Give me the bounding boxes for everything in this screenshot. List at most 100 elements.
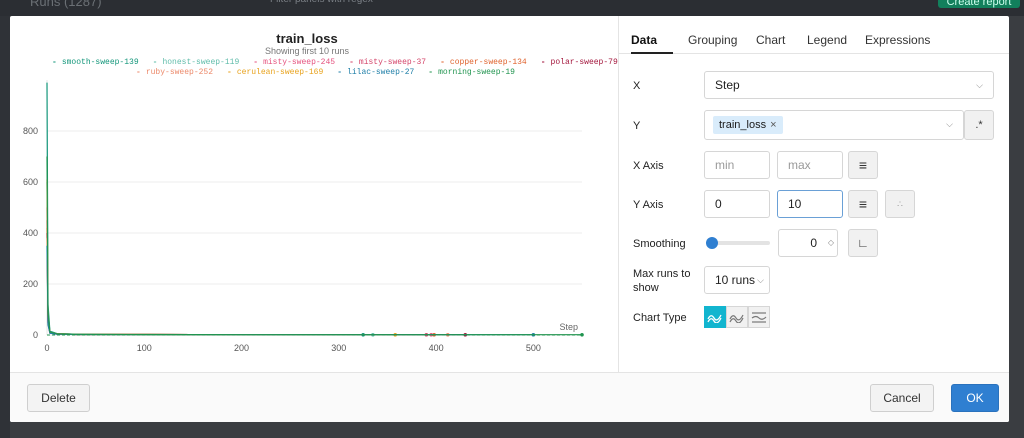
legend-item[interactable]: - lilac-sweep-27 — [337, 68, 414, 77]
chevron-down-icon: ⌵ — [976, 80, 983, 90]
x-tick-label: 100 — [137, 343, 152, 353]
legend-swatch: - — [136, 68, 141, 77]
chart-subtitle: Showing first 10 runs — [265, 46, 350, 56]
legend-swatch: - — [440, 58, 445, 67]
series-line-lilac-sweep-27[interactable] — [46, 245, 534, 336]
y-axis-max-input[interactable]: 10 — [777, 190, 843, 218]
background-page-title: Runs (1287) — [30, 0, 102, 9]
legend-swatch: - — [337, 68, 343, 77]
smoothing-value: 0 — [810, 236, 817, 250]
legend-item[interactable]: - morning-sweep-19 — [428, 68, 515, 77]
x-tick-label: 200 — [234, 343, 249, 353]
legend-swatch: - — [540, 58, 546, 67]
chart-type-area-button[interactable] — [726, 306, 748, 328]
smoothing-label: Smoothing — [633, 238, 686, 250]
legend-label: ruby-sweep-252 — [145, 68, 214, 77]
legend-item[interactable]: - misty-sweep-245 — [253, 58, 335, 67]
max-runs-label-line-1: Max runs to — [633, 268, 691, 280]
legend-label: honest-sweep-119 — [162, 58, 240, 67]
tab-grouping[interactable]: Grouping — [688, 33, 737, 47]
series-line-morning-sweep-19[interactable] — [46, 156, 582, 336]
y-axis-log-button[interactable]: ∴ — [885, 190, 915, 218]
x-tick-label: 500 — [526, 343, 541, 353]
x-axis-ticks: 0 100 200 300 400 500 — [44, 343, 540, 353]
series-line-copper-sweep-134[interactable] — [46, 227, 435, 336]
legend-label: lilac-sweep-27 — [347, 68, 415, 77]
remove-tag-icon[interactable]: × — [770, 119, 776, 131]
background-create-report-button: Create report — [938, 0, 1020, 8]
y-multiselect[interactable]: train_loss × ⌵ — [704, 110, 964, 140]
max-runs-select[interactable]: 10 runs ⌵ — [704, 266, 770, 294]
settings-tabs: Data Grouping Chart Legend Expressions — [619, 16, 1009, 54]
x-field-label: X — [633, 80, 641, 92]
y-axis-scale-button[interactable]: ≡ — [848, 190, 878, 218]
stacked-wave-icon — [751, 312, 767, 323]
tab-expressions[interactable]: Expressions — [865, 33, 930, 47]
line-chart-icon: ∟ — [857, 236, 869, 250]
x-axis-max-placeholder: max — [788, 158, 811, 172]
area-wave-icon — [729, 314, 744, 323]
y-axis-min-value: 0 — [715, 197, 722, 211]
series-line-ruby-sweep-252[interactable] — [46, 238, 448, 336]
legend-item[interactable]: - cerulean-sweep-169 — [227, 68, 323, 77]
legend-label: cerulean-sweep-169 — [236, 68, 324, 77]
smoothing-slider[interactable] — [710, 241, 770, 245]
series-line-honest-sweep-119[interactable] — [46, 181, 373, 336]
legend-swatch: - — [227, 68, 232, 77]
x-tick-label: 400 — [429, 343, 444, 353]
legend-label: smooth-sweep-139 — [61, 58, 139, 67]
legend-item[interactable]: - honest-sweep-119 — [153, 58, 240, 67]
series-line-misty-sweep-245[interactable] — [46, 207, 432, 336]
legend-swatch: - — [253, 58, 259, 67]
x-select[interactable]: Step ⌵ — [704, 71, 994, 99]
legend-item[interactable]: - copper-sweep-134 — [440, 58, 527, 67]
delete-button[interactable]: Delete — [27, 384, 90, 412]
chart-legend-row-2: - ruby-sweep-252- cerulean-sweep-169- lilac… — [136, 68, 529, 77]
regex-icon: .* — [975, 119, 983, 131]
legend-label: misty-sweep-37 — [358, 58, 427, 67]
y-tag-train-loss[interactable]: train_loss × — [713, 116, 783, 134]
legend-item[interactable]: - polar-sweep-79 — [541, 58, 618, 67]
pane-divider — [618, 16, 619, 372]
y-field-label: Y — [633, 120, 641, 132]
x-axis-label: Step — [559, 322, 578, 332]
smoothing-input[interactable]: 0 ◇ — [778, 229, 838, 257]
legend-item[interactable]: - smooth-sweep-139 — [52, 58, 139, 67]
menu-icon: ≡ — [858, 157, 868, 173]
scatter-icon: ∴ — [897, 198, 903, 209]
smoothing-slider-handle[interactable] — [706, 237, 718, 249]
series-line-smooth-sweep-139[interactable] — [46, 82, 364, 336]
series-line-misty-sweep-37[interactable] — [46, 220, 427, 336]
x-axis-max-input[interactable]: max — [777, 151, 843, 179]
legend-item[interactable]: - misty-sweep-37 — [349, 58, 426, 67]
legend-label: copper-sweep-134 — [449, 58, 527, 67]
x-axis-scale-button[interactable]: ≡ — [848, 151, 878, 179]
tab-legend[interactable]: Legend — [807, 33, 847, 47]
series-end-point-morning-sweep-19[interactable] — [580, 332, 584, 337]
y-tick-label: 600 — [23, 177, 38, 187]
chart-type-percent-button[interactable] — [748, 306, 770, 328]
series-line-cerulean-sweep-169[interactable] — [46, 179, 396, 336]
x-axis-min-input[interactable]: min — [704, 151, 770, 179]
smoothing-chart-button[interactable]: ∟ — [848, 229, 878, 257]
chart-series — [46, 82, 584, 337]
ok-button[interactable]: OK — [951, 384, 999, 412]
chart-preview: train_loss Showing first 10 runs 0 200 400… — [10, 16, 618, 372]
legend-label: polar-sweep-79 — [550, 58, 618, 67]
chart-title: train_loss — [276, 31, 337, 46]
tab-data[interactable]: Data — [631, 33, 657, 47]
max-runs-value: 10 runs — [715, 273, 756, 287]
legend-swatch: - — [52, 58, 57, 67]
tab-chart[interactable]: Chart — [756, 33, 785, 47]
y-axis-ticks: 0 200 400 600 800 — [23, 126, 38, 340]
x-tick-label: 0 — [44, 343, 49, 353]
y-axis-min-input[interactable]: 0 — [704, 190, 770, 218]
cancel-button[interactable]: Cancel — [870, 384, 934, 412]
regex-toggle-button[interactable]: .* — [964, 110, 994, 140]
background-search-input: Filter panels with regex — [270, 0, 440, 8]
chart-type-line-button[interactable] — [704, 306, 726, 328]
stepper-icon[interactable]: ◇ — [828, 230, 834, 256]
line-wave-icon — [707, 314, 722, 323]
legend-item[interactable]: - ruby-sweep-252 — [136, 68, 213, 77]
max-runs-label-line-2: show — [633, 282, 659, 294]
